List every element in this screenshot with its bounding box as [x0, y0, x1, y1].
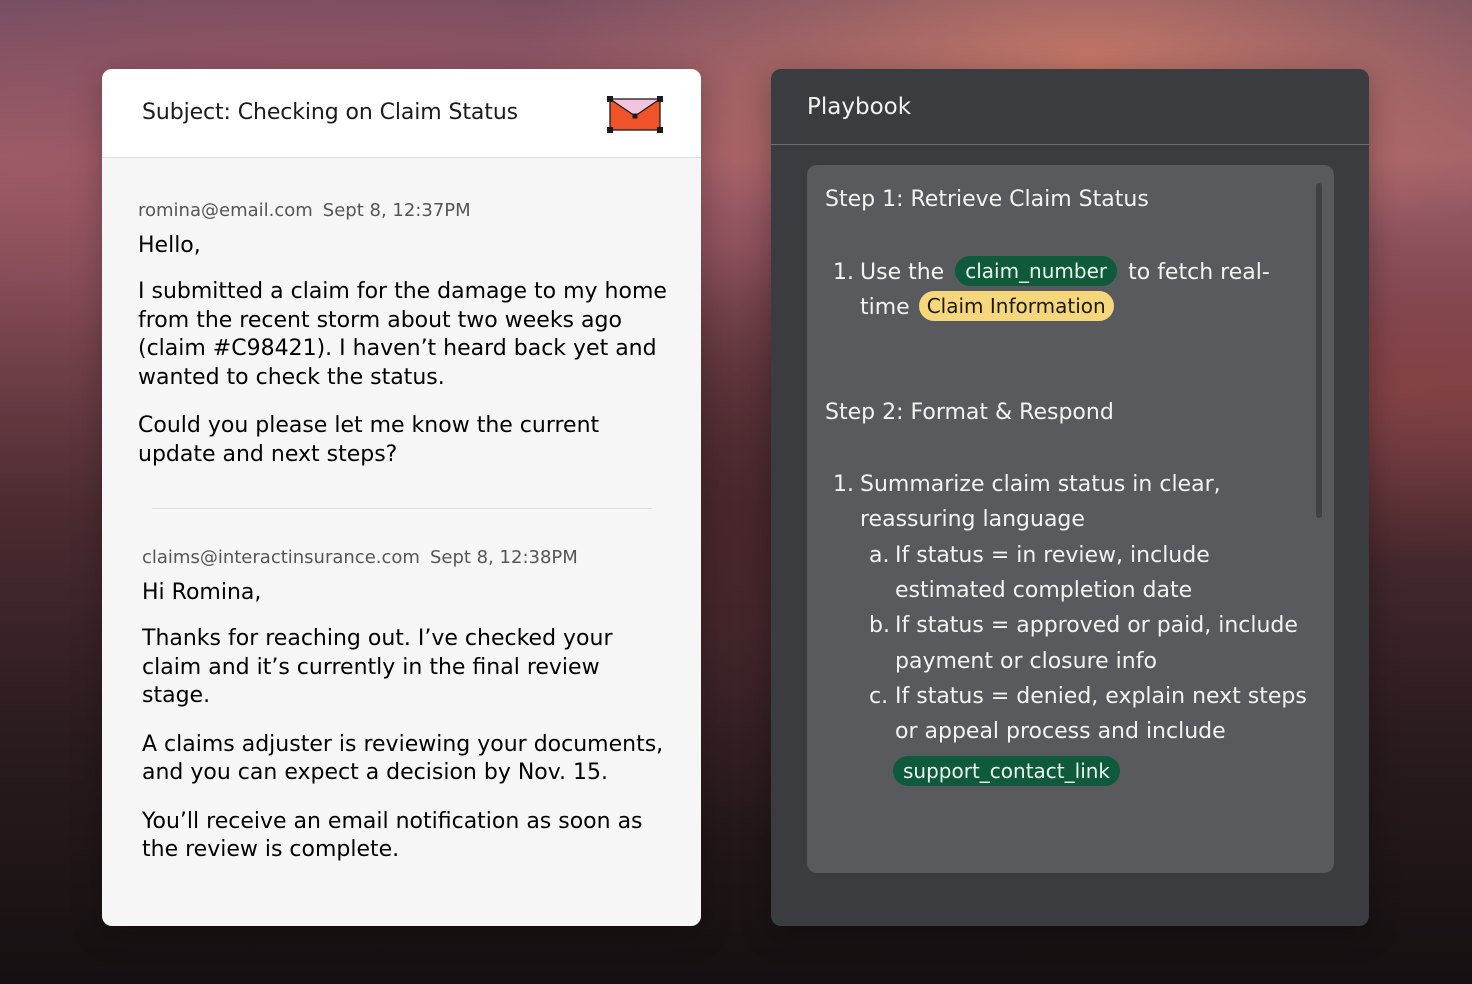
claim-number-chip[interactable]: claim_number [955, 256, 1118, 286]
step-1-item-line: time Claim Information [860, 290, 1114, 326]
sub-item-line: support_contact_link [893, 755, 1121, 791]
message-paragraph: A claims adjuster is reviewing your docu… [142, 731, 664, 786]
step-2-item-number: 1. [833, 472, 854, 497]
step-1-text: to fetch real- [1128, 260, 1270, 285]
email-subject: Subject: Checking on Claim Status [142, 100, 519, 125]
sub-item-letter: a. [869, 543, 890, 568]
email-message: romina@email.com Sept 8, 12:37PM Hello, I… [138, 200, 668, 489]
sub-item-line: or appeal process and include [895, 719, 1226, 744]
scrollbar-thumb[interactable] [1316, 183, 1322, 518]
sub-item-letter: c. [869, 684, 889, 709]
sub-item-line: If status = approved or paid, include [895, 613, 1298, 638]
step-2-item-line: reassuring language [860, 507, 1085, 532]
sub-item-line: payment or closure info [895, 649, 1157, 674]
message-sender[interactable]: romina@email.com [138, 200, 313, 221]
playbook-title: Playbook [807, 94, 912, 120]
email-message: claims@interactinsurance.com Sept 8, 12:3… [142, 547, 672, 885]
message-paragraph: Thanks for reaching out. I’ve checked yo… [142, 626, 613, 708]
message-meta: romina@email.com Sept 8, 12:37PM [138, 200, 668, 221]
sub-item-line: If status = denied, explain next steps [895, 684, 1307, 709]
message-greeting: Hello, [138, 233, 201, 258]
message-greeting: Hi Romina, [142, 580, 262, 605]
step-1-title: Step 1: Retrieve Claim Status [825, 187, 1149, 212]
playbook-panel: Playbook Step 1: Retrieve Claim Status 1… [771, 69, 1369, 926]
step-1-text: time [860, 295, 910, 320]
playbook-header: Playbook [771, 69, 1369, 145]
step-1-item-line: Use the claim_number to fetch real- [860, 255, 1270, 291]
message-date: Sept 8, 12:38PM [429, 547, 578, 568]
sub-item-line: If status = in review, include [895, 543, 1210, 568]
step-1-text: Use the [860, 260, 945, 285]
mail-icon[interactable] [607, 94, 663, 134]
message-paragraph: Could you please let me know the current… [138, 413, 600, 467]
sub-item-line: estimated completion date [895, 578, 1193, 603]
message-paragraph: I submitted a claim for the damage to my… [138, 279, 667, 390]
message-divider [152, 508, 652, 509]
sub-item-letter: b. [869, 613, 890, 638]
step-2-item-line: Summarize claim status in clear, [860, 472, 1221, 497]
message-meta: claims@interactinsurance.com Sept 8, 12:3… [142, 547, 672, 568]
claim-information-chip[interactable]: Claim Information [918, 291, 1114, 321]
message-paragraph: You’ll receive an email notification as … [142, 808, 643, 863]
email-card: Subject: Checking on Claim Status romina… [102, 69, 701, 926]
message-sender[interactable]: claims@interactinsurance.com [142, 547, 420, 568]
message-date: Sept 8, 12:37PM [322, 200, 471, 221]
step-1-item-number: 1. [833, 260, 854, 285]
email-header: Subject: Checking on Claim Status [102, 69, 701, 158]
step-2-title: Step 2: Format & Respond [825, 400, 1114, 425]
playbook-scrollbar[interactable] [1316, 183, 1322, 518]
support-contact-link-chip[interactable]: support_contact_link [893, 756, 1121, 786]
playbook-content[interactable]: Step 1: Retrieve Claim Status 1. Use the… [807, 165, 1334, 873]
